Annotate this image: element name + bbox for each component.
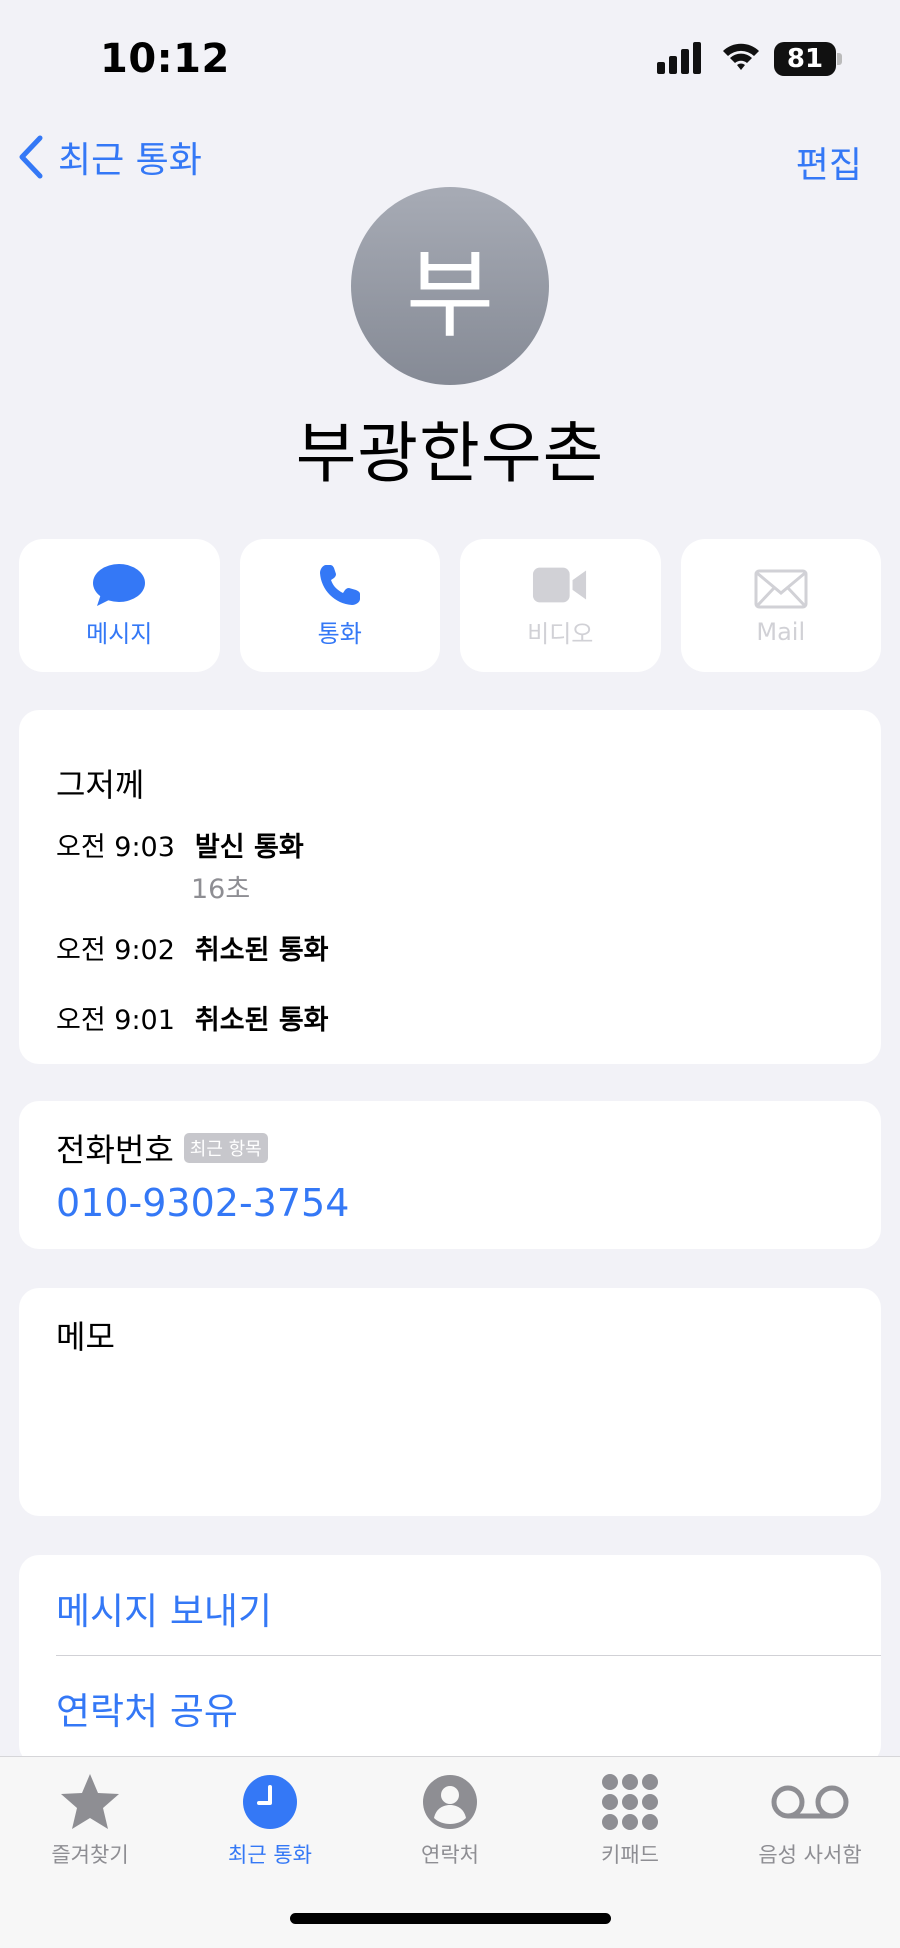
avatar-initial: 부 [405, 238, 495, 351]
cellular-signal-icon [657, 42, 701, 74]
video-action-label: 비디오 [527, 620, 594, 648]
call-time: 오전 9:01 [56, 1005, 175, 1036]
call-type: 취소된 통화 [194, 1005, 329, 1036]
call-row: 오전 9:01 취소된 통화 [56, 998, 329, 1037]
call-row: 오전 9:03 발신 통화 [56, 825, 304, 864]
tab-label: 연락처 [421, 1843, 479, 1867]
tab-label: 키패드 [601, 1843, 659, 1867]
video-camera-icon [532, 562, 588, 608]
phone-label: 전화번호 [56, 1131, 174, 1169]
call-action-button[interactable]: 통화 [239, 539, 440, 672]
envelope-icon [753, 566, 809, 612]
divider [56, 1655, 881, 1656]
message-action-button[interactable]: 메시지 [19, 539, 220, 672]
memo-card[interactable]: 메모 [19, 1288, 881, 1516]
call-duration: 16초 [191, 874, 251, 905]
phone-number-link[interactable]: 010-9302-3754 [56, 1181, 349, 1225]
recent-calls-date: 그저께 [56, 766, 145, 804]
edit-button[interactable]: 편집 [796, 136, 862, 188]
phone-number-card: 전화번호 최근 항목 010-9302-3754 [19, 1101, 881, 1249]
home-indicator [290, 1913, 611, 1924]
recent-badge: 최근 항목 [183, 1133, 268, 1163]
mail-action-button[interactable]: Mail [680, 539, 881, 672]
person-icon [419, 1771, 481, 1833]
phone-label-row: 전화번호 최근 항목 [56, 1125, 268, 1171]
tab-contacts[interactable]: 연락처 [360, 1771, 540, 1869]
status-time: 10:12 [100, 36, 230, 82]
chevron-left-icon [19, 135, 43, 179]
battery-level: 81 [774, 42, 836, 76]
memo-label: 메모 [56, 1318, 115, 1356]
tab-label: 음성 사서함 [758, 1843, 862, 1867]
call-time: 오전 9:03 [56, 832, 175, 863]
call-time: 오전 9:02 [56, 935, 175, 966]
tab-label: 최근 통화 [228, 1843, 312, 1867]
mail-action-label: Mail [756, 617, 806, 646]
tab-voicemail[interactable]: 음성 사서함 [720, 1771, 900, 1869]
back-label: 최근 통화 [58, 140, 202, 181]
voicemail-icon [770, 1771, 850, 1833]
phone-icon [312, 562, 368, 608]
contact-links-card: 메시지 보내기 연락처 공유 [19, 1555, 881, 1765]
star-icon [59, 1771, 121, 1833]
contact-name: 부광한우촌 [295, 415, 605, 492]
call-action-label: 통화 [317, 620, 362, 648]
share-contact-link[interactable]: 연락처 공유 [56, 1681, 238, 1735]
tab-label: 즐겨찾기 [51, 1843, 129, 1867]
back-button[interactable]: 최근 통화 [18, 132, 202, 182]
message-action-label: 메시지 [86, 620, 153, 648]
wifi-icon [723, 43, 759, 70]
battery-icon: 81 [774, 42, 842, 76]
tab-favorites[interactable]: 즐겨찾기 [0, 1771, 180, 1869]
status-bar: 10:12 81 [0, 0, 900, 120]
contact-actions: 메시지 통화 비디오 Mail [19, 539, 881, 672]
recent-calls-card: 그저께 오전 9:03 발신 통화 16초 오전 9:02 취소된 통화 오전 … [19, 710, 881, 1064]
message-bubble-icon [91, 562, 147, 608]
call-type: 발신 통화 [194, 832, 304, 863]
avatar: 부 [351, 187, 549, 385]
clock-icon [239, 1771, 301, 1833]
tab-recents[interactable]: 최근 통화 [180, 1771, 360, 1869]
video-action-button[interactable]: 비디오 [460, 539, 661, 672]
call-type: 취소된 통화 [194, 935, 329, 966]
send-message-link[interactable]: 메시지 보내기 [56, 1581, 272, 1635]
tab-keypad[interactable]: 키패드 [540, 1771, 720, 1869]
keypad-icon [599, 1771, 661, 1833]
call-row: 오전 9:02 취소된 통화 [56, 928, 329, 967]
